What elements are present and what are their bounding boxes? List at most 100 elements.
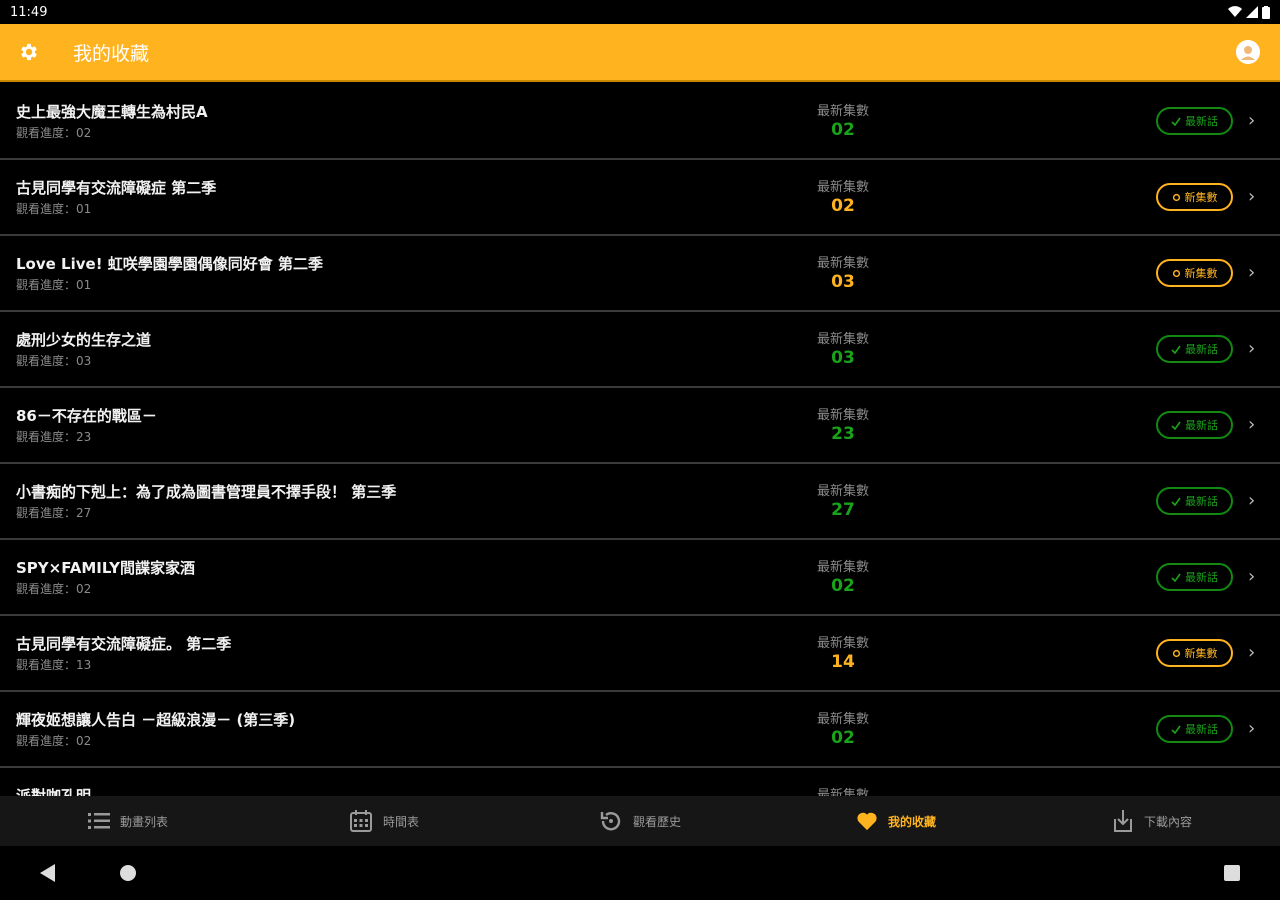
status-badge: 新集數 bbox=[1156, 183, 1233, 211]
chevron-right-icon: › bbox=[1248, 338, 1256, 359]
latest-episode-number: 02 bbox=[831, 576, 855, 596]
anime-title: 古見同學有交流障礙症。 第二季 bbox=[16, 635, 232, 653]
list-icon bbox=[87, 813, 110, 829]
latest-episode-number: 23 bbox=[831, 424, 855, 444]
latest-episode-label: 最新集數 bbox=[816, 180, 869, 195]
calendar-icon bbox=[349, 810, 372, 832]
list-item[interactable]: SPY×FAMILY間諜家家酒 觀看進度：02 最新集數 02 最新話 › bbox=[0, 540, 1280, 616]
wifi-icon bbox=[1228, 6, 1242, 18]
chevron-right-icon: › bbox=[1248, 718, 1256, 739]
latest-episode-label: 最新集數 bbox=[816, 104, 869, 119]
nav-history[interactable]: 觀看歷史 bbox=[512, 796, 768, 846]
check-icon bbox=[1171, 725, 1181, 734]
chevron-right-icon: › bbox=[1248, 642, 1256, 663]
badge-label: 最新話 bbox=[1185, 115, 1218, 128]
latest-episode-number: 02 bbox=[831, 120, 855, 140]
list-item[interactable]: 輝夜姬想讓人告白 －超級浪漫－ (第三季) 觀看進度：02 最新集數 02 最新話 › bbox=[0, 692, 1280, 768]
watch-progress: 觀看進度：23 bbox=[16, 430, 92, 444]
nav-label: 下載內容 bbox=[1143, 814, 1192, 829]
watch-progress: 觀看進度：02 bbox=[16, 126, 92, 140]
check-icon bbox=[1171, 573, 1181, 582]
anime-title: 古見同學有交流障礙症 第二季 bbox=[16, 179, 217, 197]
nav-anime-list[interactable]: 動畫列表 bbox=[0, 796, 256, 846]
nav-downloads[interactable]: 下載內容 bbox=[1024, 796, 1280, 846]
badge-label: 最新話 bbox=[1185, 419, 1218, 432]
battery-icon bbox=[1262, 5, 1270, 19]
watch-progress: 觀看進度：03 bbox=[16, 354, 92, 368]
latest-episode-label: 最新集數 bbox=[816, 636, 869, 651]
favorites-list: 史上最強大魔王轉生為村民A 觀看進度：02 最新集數 02 最新話 › 古見同學有交流障礙症… bbox=[0, 84, 1280, 796]
chevron-right-icon: › bbox=[1248, 186, 1256, 207]
nav-label: 動畫列表 bbox=[119, 814, 168, 829]
anime-title: 派對咖孔明 bbox=[16, 787, 92, 796]
status-icons bbox=[1228, 5, 1270, 19]
page-title: 我的收藏 bbox=[73, 42, 150, 65]
back-icon[interactable] bbox=[40, 864, 56, 882]
nav-label: 觀看歷史 bbox=[632, 814, 681, 829]
check-icon bbox=[1171, 421, 1181, 430]
badge-label: 最新話 bbox=[1185, 495, 1218, 508]
anime-title: 處刑少女的生存之道 bbox=[16, 331, 152, 349]
status-badge: 最新話 bbox=[1156, 715, 1233, 743]
sparkle-icon bbox=[1172, 649, 1180, 657]
watch-progress: 觀看進度：01 bbox=[16, 278, 92, 292]
chevron-right-icon: › bbox=[1248, 414, 1256, 435]
list-item[interactable]: 古見同學有交流障礙症。 第二季觀看進度：13 最新集數 14 新集數 › bbox=[0, 616, 1280, 692]
system-nav-bar bbox=[0, 846, 1280, 900]
heart-icon bbox=[857, 812, 877, 831]
latest-episode-number: 02 bbox=[831, 728, 855, 748]
nav-schedule[interactable]: 時間表 bbox=[256, 796, 512, 846]
status-badge: 最新話 bbox=[1156, 411, 1233, 439]
status-badge: 最新話 bbox=[1156, 107, 1233, 135]
list-item[interactable]: 派對咖孔明最新集數› bbox=[0, 768, 1280, 796]
status-badge: 最新話 bbox=[1156, 335, 1233, 363]
home-icon[interactable] bbox=[120, 865, 136, 881]
gear-icon bbox=[21, 43, 37, 61]
anime-title: 輝夜姬想讓人告白 －超級浪漫－ (第三季) bbox=[16, 711, 296, 729]
badge-label: 最新話 bbox=[1185, 571, 1218, 584]
chevron-right-icon: › bbox=[1248, 262, 1256, 283]
watch-progress: 觀看進度：13 bbox=[16, 658, 92, 672]
latest-episode-number: 14 bbox=[831, 652, 855, 672]
latest-episode-label: 最新集數 bbox=[816, 332, 869, 347]
check-icon bbox=[1171, 345, 1181, 354]
nav-favorites[interactable]: 我的收藏 bbox=[768, 796, 1024, 846]
anime-title: 小書痴的下剋上：為了成為圖書管理員不擇手段！ 第三季 bbox=[16, 483, 397, 501]
latest-episode-number: 02 bbox=[831, 196, 855, 216]
status-badge: 新集數 bbox=[1156, 259, 1233, 287]
status-badge: 最新話 bbox=[1156, 563, 1233, 591]
chevron-right-icon: › bbox=[1248, 566, 1256, 587]
status-badge: 新集數 bbox=[1156, 639, 1233, 667]
chevron-right-icon: › bbox=[1248, 490, 1256, 511]
latest-episode-number: 27 bbox=[831, 500, 855, 520]
status-time: 11:49 bbox=[10, 4, 48, 20]
check-icon bbox=[1171, 497, 1181, 506]
list-item[interactable]: 史上最強大魔王轉生為村民A 觀看進度：02 最新集數 02 最新話 › bbox=[0, 84, 1280, 160]
watch-progress: 觀看進度：27 bbox=[16, 506, 92, 520]
latest-episode-label: 最新集數 bbox=[816, 788, 869, 796]
check-icon bbox=[1171, 117, 1181, 126]
sparkle-icon bbox=[1172, 269, 1180, 277]
list-item[interactable]: 小書痴的下剋上：為了成為圖書管理員不擇手段！ 第三季觀看進度：27 最新集數 27 最… bbox=[0, 464, 1280, 540]
latest-episode-number: 03 bbox=[831, 348, 855, 368]
anime-title: 86－不存在的戰區－ bbox=[16, 407, 157, 425]
anime-title: 史上最強大魔王轉生為村民A bbox=[16, 103, 208, 121]
badge-label: 最新話 bbox=[1185, 723, 1218, 736]
settings-button[interactable] bbox=[0, 23, 58, 81]
latest-episode-label: 最新集數 bbox=[816, 712, 869, 727]
list-item[interactable]: 處刑少女的生存之道觀看進度：03 最新集數 03 最新話 › bbox=[0, 312, 1280, 388]
recents-icon[interactable] bbox=[1224, 865, 1240, 881]
sparkle-icon bbox=[1172, 193, 1180, 201]
watch-progress: 觀看進度：01 bbox=[16, 202, 92, 216]
status-bar: 11:49 bbox=[0, 0, 1280, 24]
latest-episode-label: 最新集數 bbox=[816, 560, 869, 575]
badge-label: 新集數 bbox=[1184, 267, 1218, 280]
app-bar: 我的收藏 bbox=[0, 24, 1280, 82]
list-item[interactable]: 古見同學有交流障礙症 第二季觀看進度：01 最新集數 02 新集數 › bbox=[0, 160, 1280, 236]
avatar[interactable] bbox=[1236, 40, 1260, 64]
nav-label: 時間表 bbox=[382, 814, 419, 829]
list-item[interactable]: Love Live! 虹咲學園學園偶像同好會 第二季 觀看進度：01 最新集數 03 新… bbox=[0, 236, 1280, 312]
latest-episode-label: 最新集數 bbox=[816, 484, 869, 499]
download-icon bbox=[1113, 810, 1132, 832]
list-item[interactable]: 86－不存在的戰區－ 觀看進度：23 最新集數 23 最新話 › bbox=[0, 388, 1280, 464]
